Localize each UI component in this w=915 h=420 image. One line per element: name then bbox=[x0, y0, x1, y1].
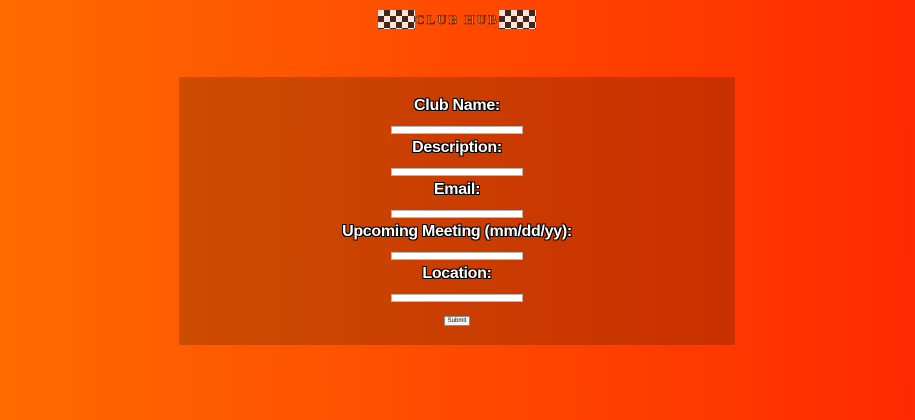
club-name-input[interactable] bbox=[391, 126, 523, 134]
description-input[interactable] bbox=[391, 168, 523, 176]
submit-button[interactable]: Submit bbox=[444, 316, 470, 326]
description-group: Description: bbox=[179, 139, 735, 176]
club-name-label: Club Name: bbox=[414, 97, 500, 114]
email-input[interactable] bbox=[391, 210, 523, 218]
club-form-panel: Club Name: Description: Email: Upcoming … bbox=[179, 77, 735, 345]
upcoming-meeting-group: Upcoming Meeting (mm/dd/yy): bbox=[179, 223, 735, 260]
club-hub-logo: CLUB HUB bbox=[378, 10, 536, 29]
email-group: Email: bbox=[179, 181, 735, 218]
location-label: Location: bbox=[422, 265, 492, 282]
logo-text: CLUB HUB bbox=[415, 12, 499, 28]
club-name-group: Club Name: bbox=[179, 97, 735, 134]
location-group: Location: bbox=[179, 265, 735, 302]
location-input[interactable] bbox=[391, 294, 523, 302]
description-label: Description: bbox=[412, 139, 502, 156]
email-label: Email: bbox=[433, 181, 481, 198]
upcoming-meeting-input[interactable] bbox=[391, 252, 523, 260]
checkered-flag-right-icon bbox=[498, 10, 536, 29]
checkered-flag-left-icon bbox=[378, 10, 416, 29]
upcoming-meeting-label: Upcoming Meeting (mm/dd/yy): bbox=[342, 223, 572, 240]
